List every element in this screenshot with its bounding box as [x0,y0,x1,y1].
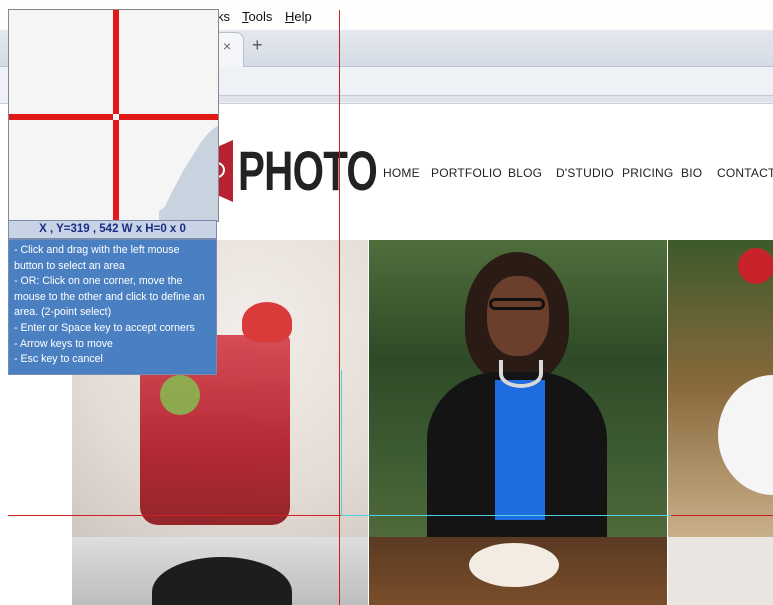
photo-food[interactable] [668,240,773,537]
help-line: - Enter or Space key to accept corners [14,321,195,334]
help-line: - Click and drag with the left mouse but… [14,244,180,272]
portrait-glasses [489,298,545,310]
portrait-necklace [499,360,543,388]
menu-help[interactable]: Help [285,9,312,24]
photo-portrait-3[interactable] [668,537,773,605]
photo-portrait[interactable] [369,240,667,537]
nav-bio[interactable]: BIO [681,166,702,180]
magnifier-panel [8,9,219,222]
capture-help-panel: - Click and drag with the left mouse but… [8,239,217,375]
nav-pricing[interactable]: PRICING [622,166,673,180]
magnifier-center [113,114,119,120]
help-line: - OR: Click on one corner, move the mous… [14,275,205,319]
food-plate [718,375,773,495]
nav-contact[interactable]: CONTACT [717,166,773,180]
selection-guide-vertical [341,370,342,516]
magnified-pixels [159,125,218,221]
selection-guide-horizontal [341,515,671,516]
nav-dstudio[interactable]: D'STUDIO [556,166,614,180]
strawberry-garnish [242,302,292,342]
nav-home[interactable]: HOME [383,166,420,180]
site-logo[interactable]: PHOTO [238,138,378,203]
nav-blog[interactable]: BLOG [508,166,542,180]
help-line: - Esc key to cancel [14,353,103,366]
photo-vanilla[interactable] [369,537,667,605]
address-bar[interactable] [218,95,773,102]
photo-portrait-bw[interactable] [72,537,368,605]
help-line: - Arrow keys to move [14,337,113,350]
nav-portfolio[interactable]: PORTFOLIO [431,166,502,180]
tab-close-icon[interactable]: × [223,38,231,54]
coordinate-readout: X , Y=319 , 542 W x H=0 x 0 [8,220,217,239]
new-tab-icon[interactable]: + [252,35,263,56]
portrait-blouse [495,380,545,520]
menu-tools[interactable]: Tools [242,9,272,24]
portrait-face [487,276,549,356]
food-berry [738,248,773,284]
